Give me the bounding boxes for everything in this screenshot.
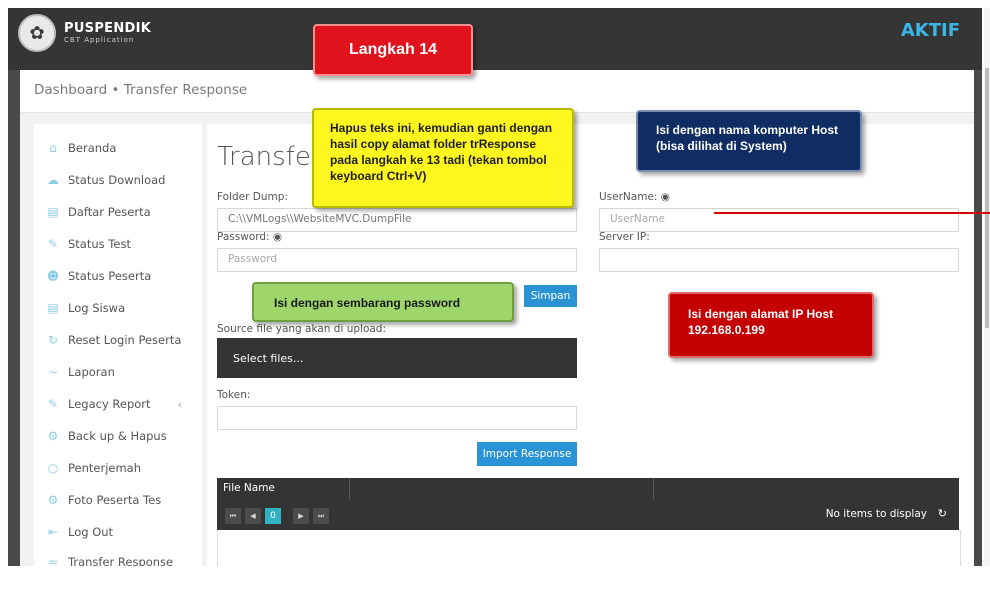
password-label: Password: ◉ xyxy=(217,231,283,243)
select-files-label: Select files... xyxy=(233,351,304,365)
logo-subtitle: CBT Application xyxy=(64,35,135,44)
refresh-icon[interactable]: ↻ xyxy=(938,507,947,520)
first-page-icon[interactable]: ⏮ xyxy=(225,508,241,524)
folder-dump-label: Folder Dump: xyxy=(217,191,288,203)
folder-dump-input[interactable]: C:\\VMLogs\\WebsiteMVC.DumpFile xyxy=(217,208,577,232)
username-label: UserName: ◉ xyxy=(599,191,670,203)
instruction-callout-server-ip: Isi dengan alamat IP Host 192.168.0.199 xyxy=(668,292,874,358)
instruction-callout-folder: Hapus teks ini, kemudian ganti dengan ha… xyxy=(312,108,574,208)
grid-body xyxy=(217,530,961,566)
sidebar-item-reset-login-peserta[interactable]: ↻ Reset Login Peserta xyxy=(46,330,181,350)
sidebar-item-backup-hapus[interactable]: ⚙ Back up & Hapus xyxy=(46,426,167,446)
document-icon: ▤ xyxy=(47,205,59,219)
current-page-button[interactable]: 0 xyxy=(265,508,281,524)
top-bar: ✿ PUSPENDIK CBT Application AKTIF xyxy=(8,8,982,70)
emblem-icon: ✿ xyxy=(18,14,56,52)
sidebar-item-beranda[interactable]: ⌂ Beranda xyxy=(46,138,116,158)
column-header-3[interactable] xyxy=(654,478,958,500)
grid-pager: ⏮ ◀ 0 ▶ ⏭ No items to display ↻ xyxy=(217,500,959,530)
step-label: Langkah 14 xyxy=(348,41,438,58)
sidebar-item-log-siswa[interactable]: ▤ Log Siswa xyxy=(46,298,125,318)
breadcrumb-text: Dashboard • Transfer Response xyxy=(34,82,248,98)
sidebar-item-label: Penterjemah xyxy=(68,461,142,475)
sidebar-item-label: Log Out xyxy=(68,525,114,539)
home-icon: ⌂ xyxy=(49,141,57,155)
server-ip-label: Server IP: xyxy=(599,231,650,243)
empty-text: No items to display xyxy=(825,508,927,520)
prev-page-icon[interactable]: ◀ xyxy=(245,508,261,524)
scrollbar-thumb[interactable] xyxy=(985,68,989,328)
last-page-icon[interactable]: ⏭ xyxy=(313,508,329,524)
sidebar: ⌂ Beranda ☁ Status Download ▤ Daftar Pesert… xyxy=(34,124,202,566)
breadcrumb: Dashboard • Transfer Response xyxy=(20,70,974,113)
refresh-icon: ↻ xyxy=(47,333,59,347)
user-icon: ☻ xyxy=(46,269,60,283)
sidebar-item-laporan[interactable]: ∼ Laporan xyxy=(46,362,115,382)
sidebar-item-transfer-response[interactable]: ≈ Transfer Response xyxy=(46,552,173,566)
sidebar-item-label: Back up & Hapus xyxy=(68,429,167,443)
step-callout: Langkah 14 xyxy=(313,24,473,76)
rss-icon: ≈ xyxy=(47,555,59,566)
pointer-line xyxy=(714,212,990,214)
column-header-label: File Name xyxy=(223,482,275,494)
app-logo[interactable]: ✿ PUSPENDIK CBT Application xyxy=(18,14,151,52)
next-page-icon[interactable]: ▶ xyxy=(293,508,309,524)
callout-text: Isi dengan alamat IP Host 192.168.0.199 xyxy=(688,307,834,337)
save-button[interactable]: Simpan xyxy=(524,285,577,307)
instruction-callout-username: Isi dengan nama komputer Host (bisa dili… xyxy=(636,110,862,172)
token-input[interactable] xyxy=(217,406,577,430)
sidebar-item-label: Beranda xyxy=(68,141,117,155)
grid-header: File Name xyxy=(217,478,959,500)
source-file-label: Source file yang akan di upload: xyxy=(217,323,387,335)
password-input[interactable]: Password xyxy=(217,248,577,272)
chevron-left-icon: ‹ xyxy=(177,397,182,411)
status-indicator: AKTIF xyxy=(900,20,960,41)
sidebar-item-log-out[interactable]: ⇤ Log Out xyxy=(46,522,113,542)
column-file-name[interactable]: File Name xyxy=(217,478,350,500)
sidebar-item-label: Status Test xyxy=(68,237,131,251)
token-label: Token: xyxy=(217,389,251,401)
sidebar-item-label: Status Peserta xyxy=(68,269,152,283)
sidebar-item-status-test[interactable]: ✎ Status Test xyxy=(46,234,131,254)
document-icon: ▤ xyxy=(47,301,59,315)
callout-text: Isi dengan sembarang password xyxy=(274,296,461,310)
gear-icon: ⚙ xyxy=(47,493,59,507)
gear-icon: ⚙ xyxy=(47,429,59,443)
sidebar-item-legacy-report[interactable]: ✎ Legacy Report ‹ xyxy=(46,394,196,414)
import-response-button[interactable]: Import Response xyxy=(477,442,577,466)
sidebar-item-label: Transfer Response xyxy=(68,555,174,566)
edit-icon: ✎ xyxy=(47,237,59,251)
sidebar-item-label: Legacy Report xyxy=(68,397,151,411)
instruction-callout-password: Isi dengan sembarang password xyxy=(252,282,514,322)
page-title: Transfe xyxy=(217,142,311,172)
sidebar-item-daftar-peserta[interactable]: ▤ Daftar Peserta xyxy=(46,202,151,222)
edit-icon: ✎ xyxy=(47,397,59,411)
sidebar-item-label: Status Download xyxy=(68,173,166,187)
sidebar-item-label: Daftar Peserta xyxy=(68,205,151,219)
sidebar-item-status-download[interactable]: ☁ Status Download xyxy=(46,170,165,190)
sidebar-item-label: Log Siswa xyxy=(68,301,126,315)
select-files-button[interactable]: Select files... xyxy=(217,338,577,378)
sidebar-item-label: Foto Peserta Tes xyxy=(68,493,162,507)
sidebar-item-penterjemah[interactable]: ○ Penterjemah xyxy=(46,458,141,478)
sidebar-item-foto-peserta-tes[interactable]: ⚙ Foto Peserta Tes xyxy=(46,490,162,510)
chart-line-icon: ∼ xyxy=(47,365,59,379)
chat-icon: ○ xyxy=(47,461,59,475)
logout-icon: ⇤ xyxy=(47,525,59,539)
column-header-2[interactable] xyxy=(350,478,654,500)
logo-title: PUSPENDIK xyxy=(64,20,152,36)
sidebar-item-label: Reset Login Peserta xyxy=(68,333,182,347)
server-ip-input[interactable] xyxy=(599,248,959,272)
scrollbar[interactable] xyxy=(984,8,990,566)
callout-text: Hapus teks ini, kemudian ganti dengan ha… xyxy=(330,121,553,183)
sidebar-item-status-peserta[interactable]: ☻ Status Peserta xyxy=(46,266,152,286)
callout-text: Isi dengan nama komputer Host (bisa dili… xyxy=(656,123,839,153)
sidebar-item-label: Laporan xyxy=(68,365,115,379)
cloud-download-icon: ☁ xyxy=(47,173,59,187)
